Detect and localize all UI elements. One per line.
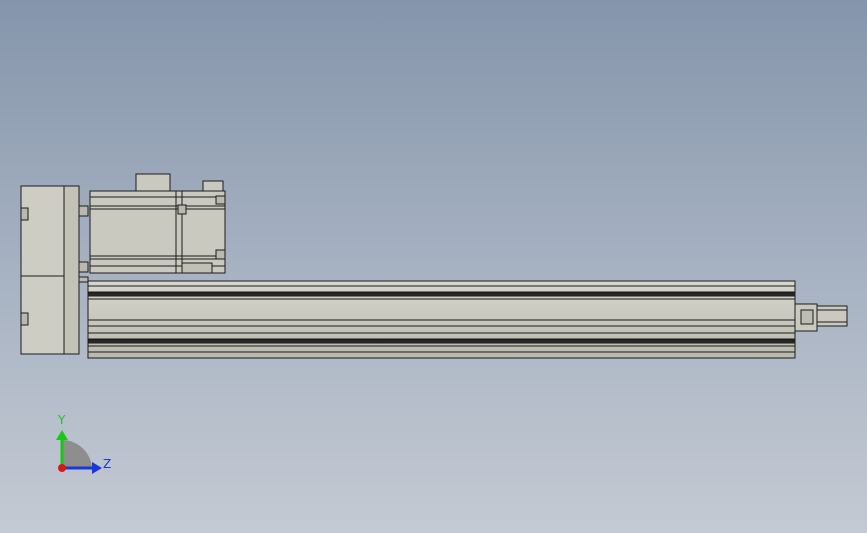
z-axis-label: Z bbox=[103, 457, 112, 471]
z-arrow-head bbox=[92, 462, 102, 474]
y-axis-label: Y bbox=[58, 413, 66, 427]
actuator-model[interactable] bbox=[0, 0, 867, 533]
axis-triad bbox=[56, 430, 102, 474]
piston-rod-end bbox=[794, 303, 848, 332]
x-axis-dot bbox=[58, 464, 66, 472]
y-arrow-head bbox=[56, 430, 68, 440]
cad-viewport[interactable]: Y Z bbox=[0, 0, 867, 533]
linear-rail bbox=[87, 280, 796, 359]
triad-quadrant bbox=[62, 439, 92, 468]
motor-end-block bbox=[20, 185, 89, 355]
servo-motor bbox=[89, 173, 226, 274]
